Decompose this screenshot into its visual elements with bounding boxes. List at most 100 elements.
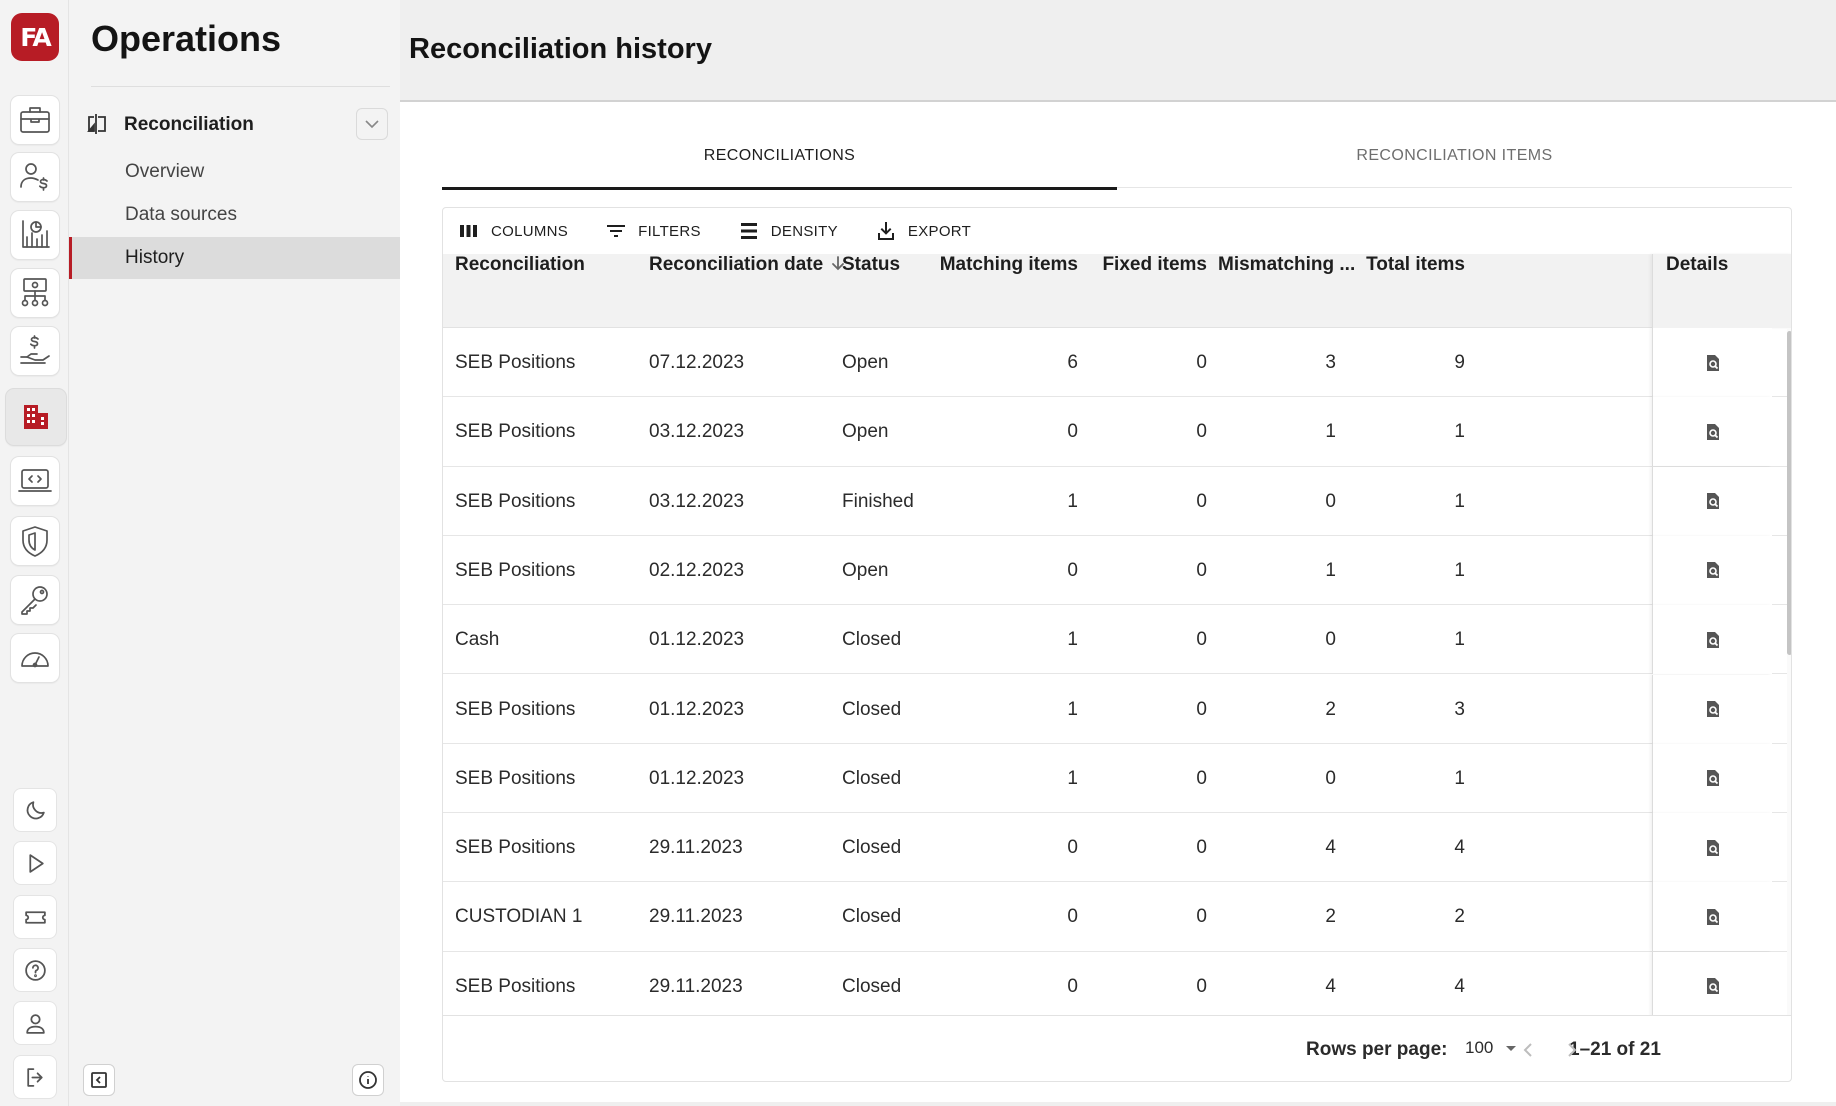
moon-icon[interactable] <box>13 788 57 832</box>
details-button[interactable] <box>1652 328 1772 397</box>
cell-matching-items: 0 <box>1067 421 1078 443</box>
sidebar-item-overview[interactable]: Overview <box>69 151 400 193</box>
payment-hand-icon[interactable] <box>10 326 60 376</box>
cell-reconciliation: CUSTODIAN 1 <box>455 906 583 928</box>
cell-matching-items: 6 <box>1067 352 1078 373</box>
columns-icon <box>460 225 477 237</box>
cell-mismatching-items: 2 <box>1325 698 1336 720</box>
column-header-total-items[interactable]: Total items <box>1336 254 1465 328</box>
cell-reconciliation: SEB Positions <box>455 421 576 443</box>
chevron-left-icon <box>1523 1043 1532 1057</box>
cell-mismatching-items: 1 <box>1325 421 1336 443</box>
code-laptop-icon[interactable] <box>10 456 60 506</box>
rows-per-page-select[interactable]: 100 <box>1465 1038 1519 1058</box>
details-button[interactable] <box>1652 397 1772 467</box>
column-header-reconciliation-date[interactable]: Reconciliation date <box>649 254 847 328</box>
details-button[interactable] <box>1652 813 1772 883</box>
cell-status: Closed <box>842 837 902 859</box>
table-row[interactable]: SEB Positions 01.12.2023 Closed 1 0 2 3 <box>443 674 1791 744</box>
column-header-matching-items[interactable]: Matching items <box>923 254 1078 328</box>
cell-reconciliation-date: 01.12.2023 <box>649 629 745 651</box>
chevron-down-icon[interactable] <box>356 108 388 140</box>
details-button[interactable] <box>1652 466 1772 536</box>
column-header-status[interactable]: Status <box>842 254 900 328</box>
help-icon[interactable] <box>13 948 57 992</box>
fa-logo[interactable]: FA <box>11 13 59 61</box>
scrollbar-thumb[interactable] <box>1787 331 1791 655</box>
table-row[interactable]: Cash 01.12.2023 Closed 1 0 0 1 <box>443 605 1791 675</box>
tabs: RECONCILIATIONS RECONCILIATION ITEMS <box>442 124 1792 190</box>
cell-total-items: 3 <box>1454 698 1465 720</box>
cell-reconciliation-date: 02.12.2023 <box>649 559 745 581</box>
report-icon[interactable] <box>10 210 60 260</box>
cell-reconciliation-date: 29.11.2023 <box>649 906 743 928</box>
cell-matching-items: 0 <box>1067 975 1078 997</box>
client-money-icon[interactable] <box>10 152 60 202</box>
document-search-icon <box>1706 770 1719 787</box>
collapse-sidebar-icon[interactable] <box>83 1064 115 1096</box>
table-row[interactable]: SEB Positions 01.12.2023 Closed 1 0 0 1 <box>443 743 1791 814</box>
cell-fixed-items: 0 <box>1196 421 1207 443</box>
table-row[interactable]: CUSTODIAN 1 29.11.2023 Closed 0 0 2 2 <box>443 882 1791 952</box>
download-icon <box>877 222 894 240</box>
table-row[interactable]: SEB Positions 29.11.2023 Closed 0 0 4 4 <box>443 813 1791 883</box>
document-search-icon <box>1706 562 1719 579</box>
density-button[interactable]: DENSITY <box>737 219 838 243</box>
user-icon[interactable] <box>13 1001 57 1045</box>
sidebar-item-data-sources[interactable]: Data sources <box>69 194 400 236</box>
structure-icon[interactable] <box>10 268 60 318</box>
previous-page-button[interactable] <box>1514 1035 1544 1065</box>
filters-button[interactable]: FILTERS <box>604 219 701 243</box>
cell-status: Closed <box>842 698 902 720</box>
briefcase-icon[interactable] <box>10 95 60 145</box>
cell-matching-items: 1 <box>1067 490 1078 512</box>
column-header-reconciliation[interactable]: Reconciliation <box>455 254 585 328</box>
column-header-mismatching-items[interactable]: Mismatching ... <box>1218 254 1355 328</box>
building-icon[interactable] <box>5 388 67 446</box>
logout-icon[interactable] <box>13 1055 57 1099</box>
details-button[interactable] <box>1652 882 1772 952</box>
details-button[interactable] <box>1652 951 1772 1015</box>
cell-reconciliation-date: 07.12.2023 <box>649 352 745 373</box>
cell-total-items: 4 <box>1454 837 1465 859</box>
table-row[interactable]: SEB Positions 29.11.2023 Closed 0 0 4 4 <box>443 951 1791 1015</box>
table-row[interactable]: SEB Positions 03.12.2023 Open 0 0 1 1 <box>443 397 1791 467</box>
details-button[interactable] <box>1652 674 1772 744</box>
export-button[interactable]: EXPORT <box>874 219 971 243</box>
cell-mismatching-items: 4 <box>1325 837 1336 859</box>
next-page-button[interactable] <box>1556 1035 1586 1065</box>
details-button[interactable] <box>1652 535 1772 605</box>
cell-reconciliation-date: 03.12.2023 <box>649 421 745 443</box>
cell-reconciliation-date: 01.12.2023 <box>649 698 745 720</box>
details-button[interactable] <box>1652 743 1772 813</box>
key-icon[interactable] <box>10 575 60 625</box>
cell-fixed-items: 0 <box>1196 837 1207 859</box>
table-row[interactable]: SEB Positions 03.12.2023 Finished 1 0 0 1 <box>443 466 1791 536</box>
sidebar-section-label: Reconciliation <box>124 114 254 135</box>
details-column-header: Details <box>1652 254 1791 328</box>
cell-reconciliation-date: 29.11.2023 <box>649 837 743 859</box>
sidebar-item-history[interactable]: History <box>69 237 400 279</box>
cell-reconciliation: SEB Positions <box>455 490 576 512</box>
columns-button[interactable]: COLUMNS <box>457 219 568 243</box>
info-icon[interactable] <box>352 1064 384 1096</box>
app-title: Operations <box>91 18 282 59</box>
table-row[interactable]: SEB Positions 02.12.2023 Open 0 0 1 1 <box>443 535 1791 606</box>
tab-reconciliation-items[interactable]: RECONCILIATION ITEMS <box>1117 124 1792 188</box>
gauge-icon[interactable] <box>10 633 60 683</box>
cell-reconciliation: SEB Positions <box>455 352 576 373</box>
table-footer: Rows per page: 100 1–21 of 21 <box>443 1015 1791 1081</box>
document-search-icon <box>1706 423 1719 440</box>
table-row[interactable]: SEB Positions 07.12.2023 Open 6 0 3 9 <box>443 328 1791 398</box>
sidebar-section-reconciliation[interactable]: Reconciliation <box>69 103 400 145</box>
tab-reconciliations[interactable]: RECONCILIATIONS <box>442 124 1117 190</box>
sidebar-divider <box>91 86 390 87</box>
cell-total-items: 1 <box>1454 421 1465 443</box>
details-button[interactable] <box>1652 605 1772 675</box>
column-header-details[interactable]: Details <box>1666 254 1728 328</box>
column-header-fixed-items[interactable]: Fixed items <box>1078 254 1207 328</box>
cell-fixed-items: 0 <box>1196 975 1207 997</box>
shield-icon[interactable] <box>10 516 60 566</box>
ticket-icon[interactable] <box>13 895 57 939</box>
play-icon[interactable] <box>13 841 57 885</box>
